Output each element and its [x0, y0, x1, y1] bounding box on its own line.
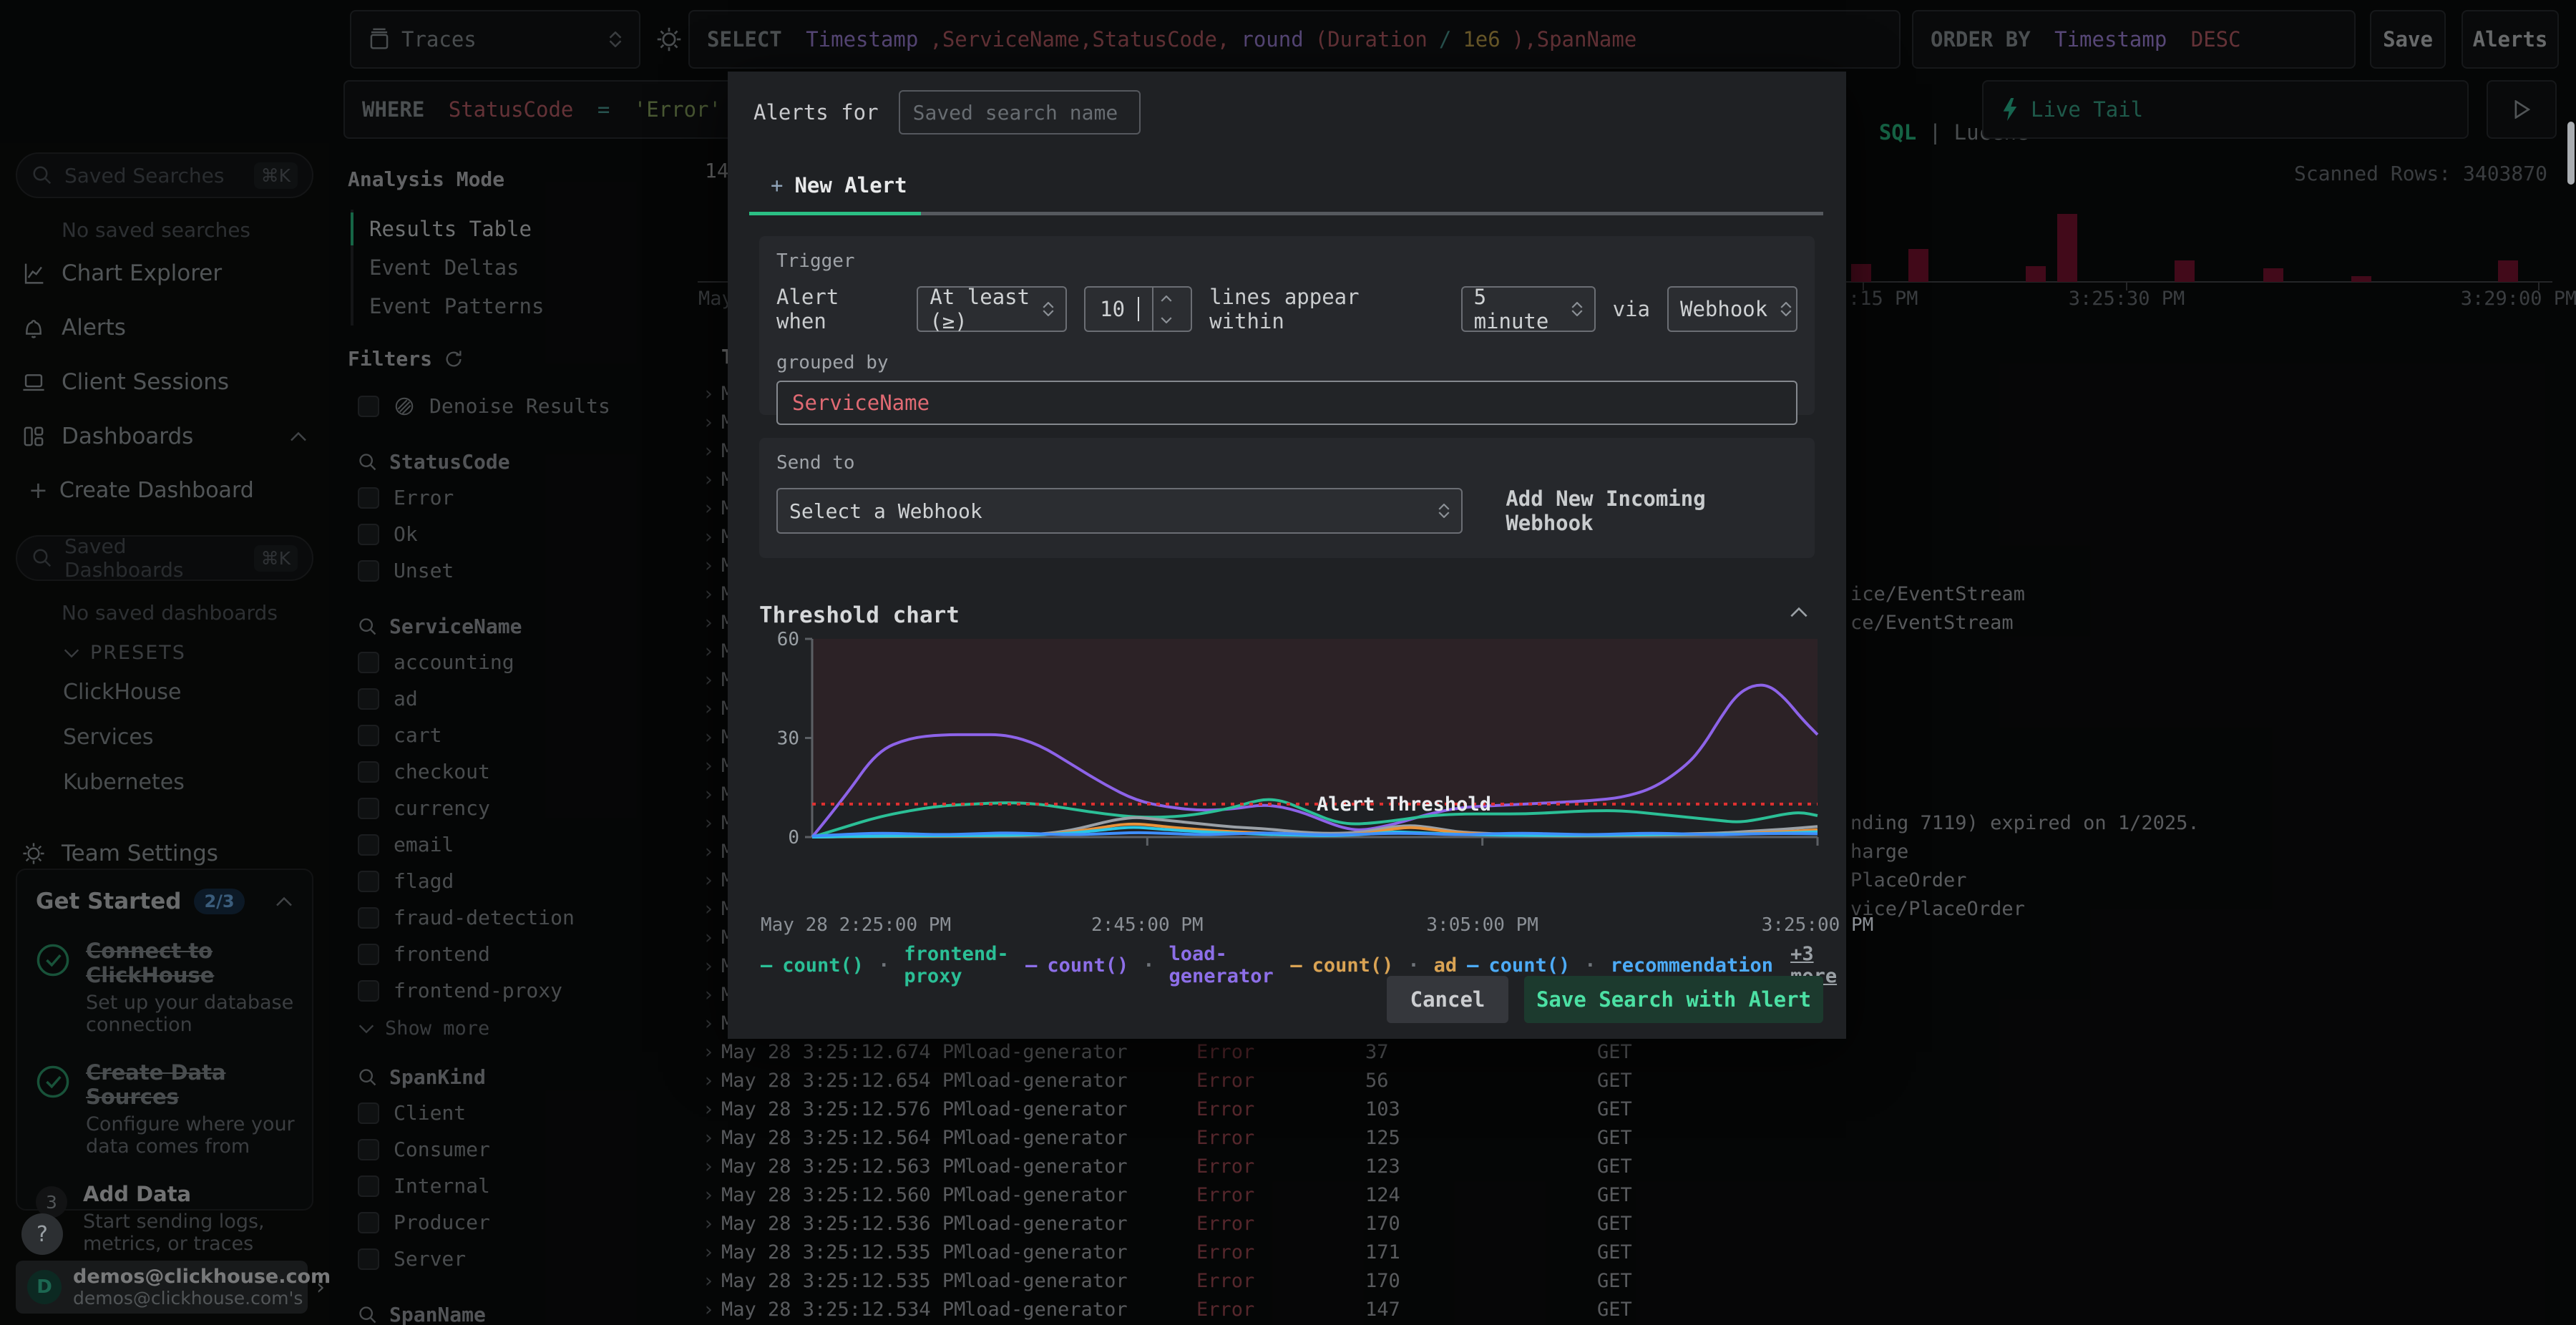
select-carets-icon: [1043, 302, 1054, 316]
number-stepper[interactable]: [1152, 288, 1179, 331]
webhook-select[interactable]: Select a Webhook: [776, 488, 1463, 534]
new-alert-tab-label: New Alert: [794, 173, 907, 197]
save-alert-label: Save Search with Alert: [1536, 987, 1812, 1012]
via-label: via: [1612, 297, 1650, 321]
interval-value: 5 minute: [1473, 285, 1549, 333]
tab-divider: [749, 212, 1823, 215]
legend-dot: ·: [1584, 954, 1596, 977]
condition-value: At least (≥): [930, 285, 1030, 333]
legend-fn: count(): [782, 954, 864, 977]
threshold-chart: 0 30 60 Alert Threshold: [758, 626, 1832, 869]
select-carets-icon: [1571, 302, 1583, 316]
select-carets-icon: [1438, 504, 1450, 518]
cancel-label: Cancel: [1410, 987, 1485, 1012]
legend-service[interactable]: recommendation: [1610, 954, 1773, 977]
grouped-by-input[interactable]: ServiceName: [776, 381, 1797, 425]
select-carets-icon: [1780, 302, 1792, 316]
grouped-by-value: ServiceName: [792, 391, 930, 415]
legend-fn: count(): [1312, 954, 1394, 977]
collapse-chart-icon[interactable]: [1789, 607, 1809, 618]
threshold-x-label: 3:05:00 PM: [1426, 914, 1538, 936]
lines-within-label: lines appear within: [1209, 285, 1360, 333]
help-button[interactable]: ?: [21, 1213, 63, 1255]
channel-value: Webhook: [1679, 297, 1768, 321]
legend-service[interactable]: load-generator: [1169, 943, 1280, 987]
active-tab-indicator: [749, 212, 921, 215]
legend-dot: ·: [1407, 954, 1420, 977]
stepper-down-icon[interactable]: [1161, 316, 1172, 323]
plus-icon: +: [771, 173, 784, 197]
legend-dash-icon: —: [1467, 954, 1479, 977]
legend-service[interactable]: frontend-proxy: [904, 943, 1015, 987]
threshold-value: 10: [1100, 297, 1126, 321]
send-to-section: Send to Select a Webhook Add New Incomin…: [759, 438, 1815, 558]
svg-text:Alert Threshold: Alert Threshold: [1317, 793, 1491, 816]
legend-service[interactable]: ad: [1434, 954, 1458, 977]
legend-fn: count(): [1488, 954, 1571, 977]
alert-modal: Alerts for + New Alert Trigger Alert whe…: [728, 72, 1873, 1039]
webhook-placeholder: Select a Webhook: [789, 499, 982, 523]
trigger-label: Trigger: [776, 250, 855, 272]
text-cursor: [1138, 297, 1140, 321]
help-label: ?: [36, 1221, 48, 1247]
threshold-x-label: May 28 2:25:00 PM: [761, 914, 952, 936]
condition-select[interactable]: At least (≥): [917, 285, 1068, 333]
channel-select[interactable]: Webhook: [1667, 286, 1797, 332]
scrollbar-thumb[interactable]: [2567, 122, 2575, 185]
threshold-value-input[interactable]: 10: [1084, 286, 1193, 332]
legend-fn: count(): [1047, 954, 1129, 977]
stepper-up-icon[interactable]: [1161, 295, 1172, 302]
legend-dot: ·: [878, 954, 890, 977]
save-search-with-alert-button[interactable]: Save Search with Alert: [1524, 976, 1823, 1023]
threshold-chart-title: Threshold chart: [759, 602, 960, 628]
saved-search-name-input[interactable]: [898, 90, 1141, 135]
interval-select[interactable]: 5 minute: [1460, 285, 1596, 333]
legend-dash-icon: —: [1290, 954, 1302, 977]
send-to-label: Send to: [776, 452, 855, 474]
cancel-button[interactable]: Cancel: [1387, 976, 1508, 1023]
grouped-by-label: grouped by: [776, 352, 889, 373]
svg-text:30: 30: [777, 728, 799, 750]
threshold-x-label: 3:25:00 PM: [1761, 914, 1874, 936]
add-webhook-button[interactable]: Add New Incoming Webhook: [1506, 487, 1797, 535]
trigger-section: Trigger Alert when At least (≥) 10 lines…: [759, 236, 1815, 425]
legend-dash-icon: —: [761, 954, 773, 977]
svg-text:0: 0: [788, 827, 799, 849]
modal-title: Alerts for: [753, 100, 879, 124]
alert-when-label: Alert when: [776, 285, 839, 333]
legend-dot: ·: [1143, 954, 1155, 977]
legend-dash-icon: —: [1025, 954, 1038, 977]
tab-new-alert[interactable]: + New Alert: [771, 173, 907, 197]
svg-text:60: 60: [777, 629, 799, 650]
threshold-x-label: 2:45:00 PM: [1091, 914, 1204, 936]
